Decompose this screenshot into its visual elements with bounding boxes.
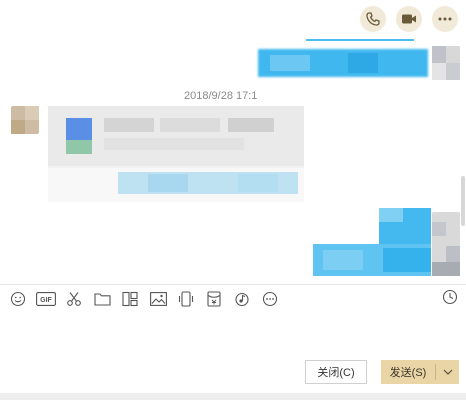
more-button[interactable]	[432, 6, 458, 32]
close-button[interactable]: 关闭(C)	[305, 360, 367, 384]
image-button[interactable]	[144, 287, 172, 311]
more-icon	[438, 17, 452, 21]
user-avatar[interactable]	[432, 46, 460, 80]
more-tools-icon	[262, 291, 278, 307]
send-file-button[interactable]	[88, 287, 116, 311]
emoji-button[interactable]	[4, 287, 32, 311]
svg-text:GIF: GIF	[40, 297, 52, 304]
header-actions	[360, 6, 458, 32]
video-call-button[interactable]	[396, 6, 422, 32]
red-packet-icon	[207, 291, 221, 307]
video-camera-icon	[402, 14, 416, 24]
gallery-icon	[122, 291, 138, 307]
input-toolbar: GIF	[0, 284, 466, 313]
screenshot-button[interactable]	[60, 287, 88, 311]
emoji-icon	[10, 291, 26, 307]
send-options-dropdown[interactable]	[436, 369, 459, 375]
music-button[interactable]	[228, 287, 256, 311]
send-button[interactable]: 发送(S)	[381, 360, 459, 384]
chevron-down-icon	[443, 369, 452, 375]
gif-icon: GIF	[36, 292, 56, 306]
folder-icon	[93, 293, 111, 306]
footer-actions: 关闭(C) 发送(S)	[0, 356, 466, 392]
image-icon	[149, 292, 167, 306]
chat-scrollbar-thumb[interactable]	[461, 176, 465, 226]
send-button-label: 发送(S)	[389, 367, 427, 379]
outgoing-message-bubble[interactable]	[313, 208, 431, 278]
music-icon	[235, 292, 249, 307]
gallery-button[interactable]	[116, 287, 144, 311]
shake-button[interactable]	[172, 287, 200, 311]
red-packet-button[interactable]	[200, 287, 228, 311]
message-history-button[interactable]	[442, 289, 458, 310]
user-avatar[interactable]	[432, 212, 460, 276]
message-input[interactable]	[0, 312, 466, 362]
voice-call-button[interactable]	[360, 6, 386, 32]
message-timestamp: 2018/9/28 17:1	[184, 90, 258, 102]
phone-icon	[366, 12, 380, 26]
incoming-message-bubble[interactable]	[48, 106, 304, 202]
outgoing-message-bubble[interactable]	[258, 39, 428, 81]
more-tools-button[interactable]	[256, 287, 284, 311]
history-clock-icon	[442, 289, 458, 305]
gif-button[interactable]: GIF	[32, 287, 60, 311]
screenshot-icon	[67, 292, 81, 306]
window-bottom-border	[0, 393, 466, 400]
chat-message-area[interactable]: 2018/9/28 17:1	[0, 36, 466, 284]
contact-avatar[interactable]	[11, 106, 39, 134]
phone-shake-icon	[178, 291, 194, 307]
